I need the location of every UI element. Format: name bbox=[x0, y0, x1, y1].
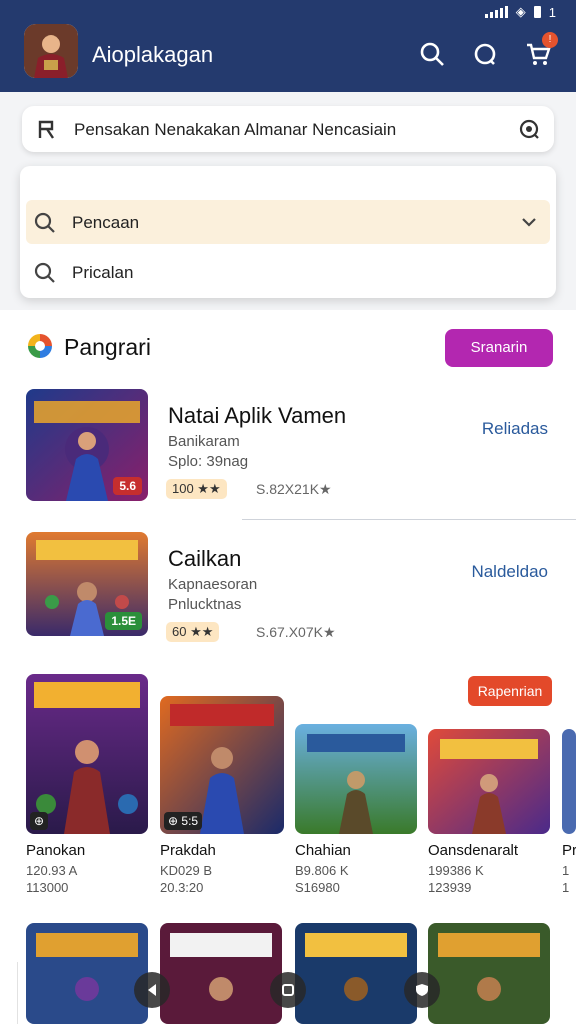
card-line: 20.3:20 bbox=[160, 880, 204, 895]
search-field[interactable]: Pensakan Nenakakan Almanar Nencasiain bbox=[22, 106, 554, 152]
game-card[interactable] bbox=[26, 923, 148, 1024]
game-art bbox=[26, 923, 148, 1024]
item-action-link[interactable]: Reliadas bbox=[482, 419, 548, 439]
card-line: B9.806 K bbox=[295, 863, 349, 878]
game-card[interactable]: ⊕ Panokan 120.93 A 113000 bbox=[26, 674, 148, 895]
game-card[interactable]: Pr 1 1 bbox=[562, 729, 576, 895]
search-suggestions: Pencaan Pricalan bbox=[20, 166, 556, 298]
game-art bbox=[428, 923, 550, 1024]
battery-icon bbox=[533, 6, 541, 18]
shield-icon bbox=[416, 984, 428, 996]
card-title: Panokan bbox=[26, 842, 86, 859]
filter-icon[interactable] bbox=[36, 118, 58, 145]
back-button[interactable] bbox=[134, 972, 170, 1008]
item-subtitle: Kapnaesoran bbox=[168, 576, 258, 593]
signal-icon bbox=[484, 6, 508, 18]
card-title: Pr bbox=[562, 842, 576, 859]
list-item[interactable]: 5.6 Natai Aplik Vamen Banikaram Splo: 39… bbox=[0, 389, 576, 509]
home-button[interactable] bbox=[270, 972, 306, 1008]
card-line: 1 bbox=[562, 863, 570, 878]
suggestion-label: Pencaan bbox=[72, 213, 140, 232]
game-card[interactable]: ⊕ 5:5 Prakdah KD029 B 20.3:20 bbox=[160, 696, 284, 895]
card-line: KD029 B bbox=[160, 863, 213, 878]
rating-badge: 60 ★★ bbox=[166, 622, 220, 642]
card-title: Oansdenaralt bbox=[428, 842, 519, 859]
divider bbox=[242, 519, 576, 520]
recents-button[interactable] bbox=[404, 972, 440, 1008]
item-title: Natai Aplik Vamen bbox=[168, 403, 347, 428]
network-icon: ◈ bbox=[515, 4, 526, 19]
edge-panel bbox=[0, 962, 18, 1024]
game-thumbnail: 5.6 bbox=[26, 389, 148, 501]
game-card[interactable] bbox=[428, 923, 550, 1024]
app-logo[interactable] bbox=[24, 24, 78, 78]
game-art: ⊕ 5:5 bbox=[160, 696, 284, 834]
chat-icon bbox=[474, 43, 496, 65]
section-title: Pangrari bbox=[64, 334, 151, 360]
suggestion-label: Pricalan bbox=[72, 263, 134, 282]
suggestion-item[interactable]: Pencaan bbox=[26, 200, 550, 244]
item-subtitle: Banikaram bbox=[168, 433, 240, 450]
card-line: 120.93 A bbox=[26, 863, 78, 878]
lens-icon[interactable] bbox=[518, 118, 540, 145]
app-header: ◈ 1 Aioplakagan ! bbox=[0, 0, 576, 92]
rating-badge: 100 ★★ bbox=[166, 479, 227, 499]
item-info: Pnlucktnas bbox=[168, 596, 242, 613]
card-corner-badge: ⊕ 5:5 bbox=[164, 812, 203, 830]
game-art: ⊕ bbox=[26, 674, 148, 834]
search-button[interactable] bbox=[416, 38, 448, 70]
game-art bbox=[295, 724, 417, 834]
card-line: 1 bbox=[562, 880, 570, 895]
search-icon bbox=[34, 212, 56, 239]
game-thumbnail: 1.5E bbox=[26, 532, 148, 636]
game-art bbox=[562, 729, 576, 834]
item-info: Splo: 39nag bbox=[168, 453, 249, 470]
item-meta: S.82X21K★ bbox=[256, 481, 332, 497]
back-icon bbox=[148, 984, 156, 996]
chevron-down-icon bbox=[520, 213, 538, 236]
cart-badge: ! bbox=[542, 32, 558, 48]
cart-button[interactable]: ! bbox=[522, 32, 558, 70]
home-icon bbox=[282, 984, 294, 996]
game-art bbox=[428, 729, 550, 834]
search-text: Pensakan Nenakakan Almanar Nencasiain bbox=[74, 120, 397, 139]
card-title: Prakdah bbox=[160, 842, 216, 859]
card-line: 123939 bbox=[428, 880, 472, 895]
category-tag-button[interactable]: Rapenrian bbox=[468, 676, 552, 706]
price-tag: 5.6 bbox=[113, 477, 142, 495]
card-corner-badge: ⊕ bbox=[30, 812, 49, 830]
chat-button[interactable] bbox=[469, 38, 501, 70]
floating-nav bbox=[134, 966, 444, 1014]
card-line: 113000 bbox=[26, 880, 69, 895]
game-card[interactable]: Oansdenaralt 199386 K 123939 bbox=[428, 729, 550, 895]
item-meta: S.67.X07K★ bbox=[256, 624, 336, 640]
card-line: S16980 bbox=[295, 880, 340, 895]
game-card[interactable]: Chahian B9.806 K S16980 bbox=[295, 724, 417, 895]
card-line: 199386 K bbox=[428, 863, 484, 878]
price-tag: 1.5E bbox=[105, 612, 142, 630]
app-title: Aioplakagan bbox=[92, 42, 214, 67]
list-item[interactable]: 1.5E Cailkan Kapnaesoran Pnlucktnas 60 ★… bbox=[0, 532, 576, 652]
search-icon bbox=[420, 42, 444, 66]
section-logo-icon bbox=[28, 334, 52, 358]
status-text: 1 bbox=[548, 4, 556, 20]
suggestion-item[interactable]: Pricalan bbox=[26, 250, 550, 294]
section-action-button[interactable]: Sranarin bbox=[445, 329, 553, 367]
item-title: Cailkan bbox=[168, 546, 242, 571]
search-icon bbox=[34, 262, 56, 289]
card-title: Chahian bbox=[295, 842, 351, 859]
item-action-link[interactable]: Naldeldao bbox=[471, 562, 548, 582]
status-bar: ◈ 1 bbox=[484, 4, 556, 20]
